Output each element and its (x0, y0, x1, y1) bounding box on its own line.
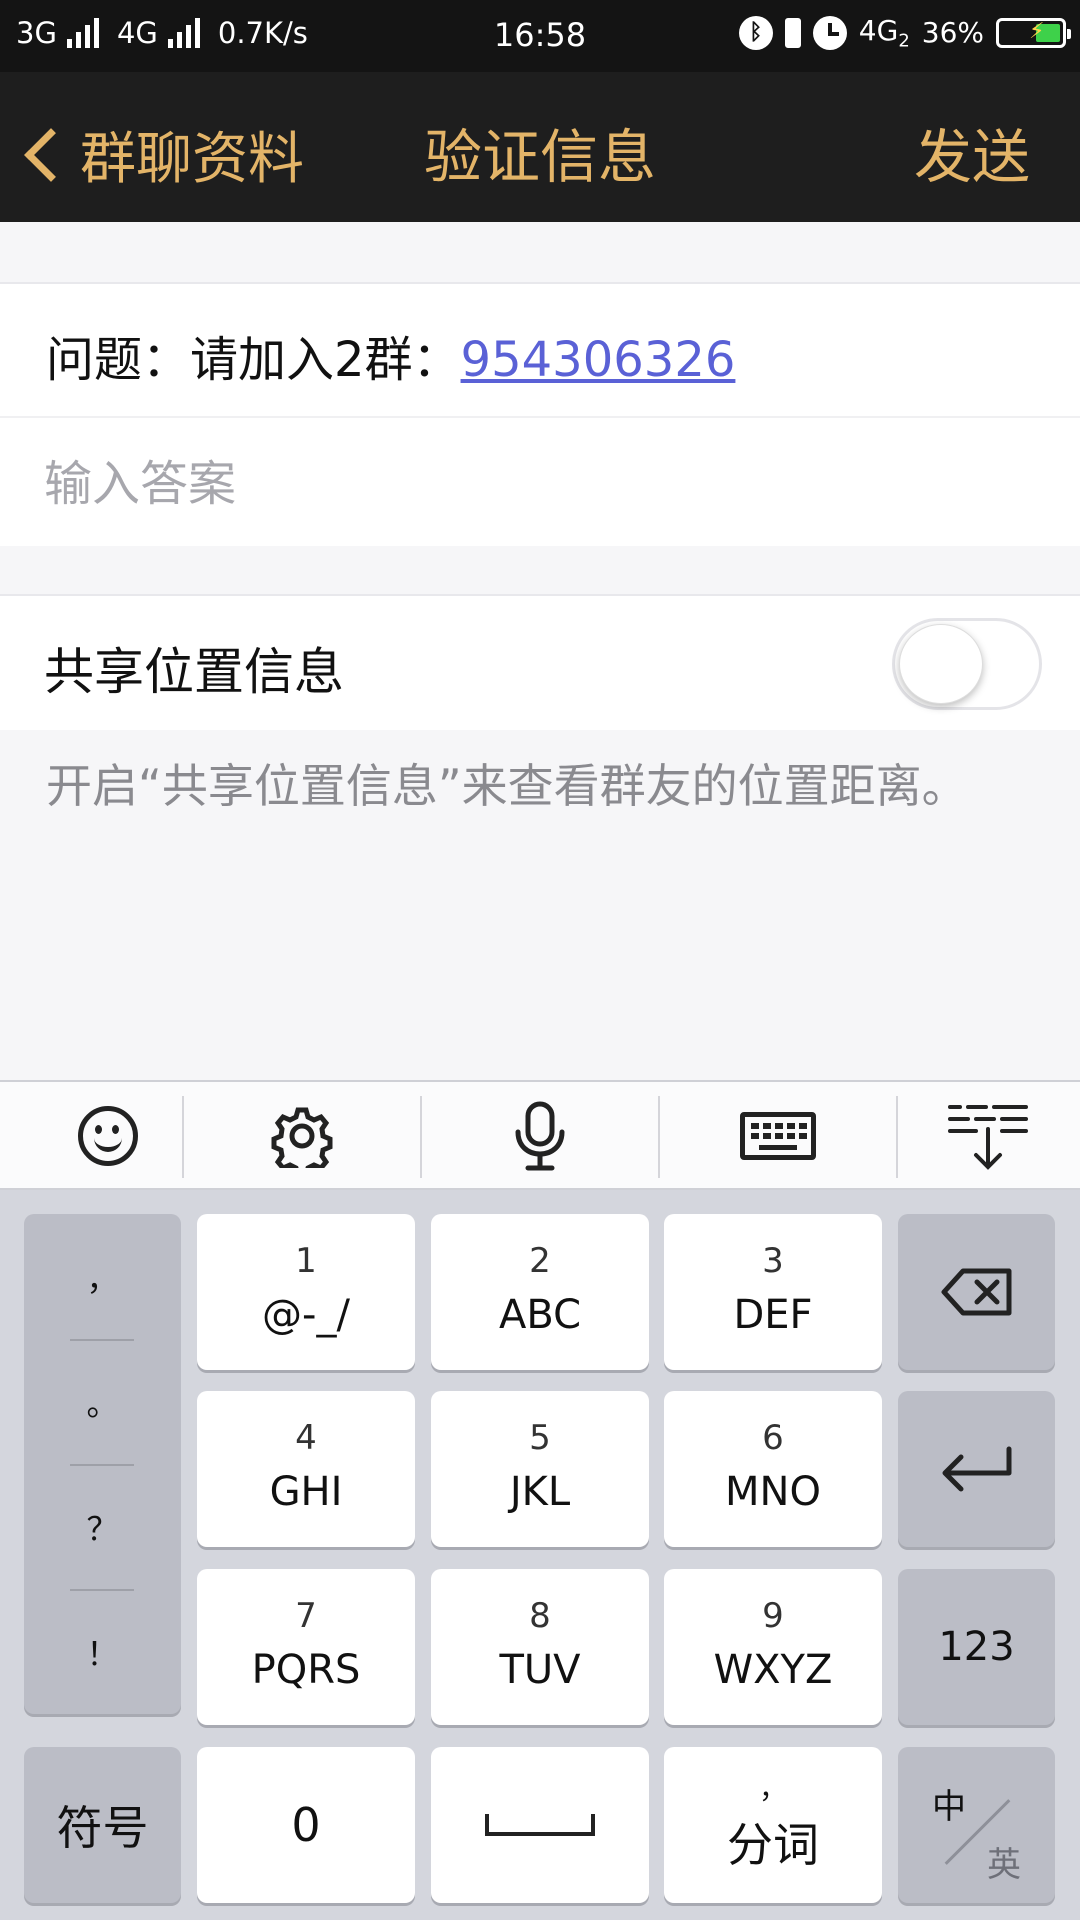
language-switch-key[interactable]: 中 英 (898, 1747, 1055, 1903)
collapse-keyboard-button[interactable] (880, 1082, 1080, 1190)
signal-icon (66, 18, 99, 48)
keyboard-toolbar (0, 1080, 1080, 1190)
key-comma[interactable]: ， (24, 1214, 181, 1339)
backspace-icon (941, 1268, 1011, 1316)
collapse-keyboard-icon (948, 1105, 1028, 1170)
punctuation-column: ， 。 ？ ！ (24, 1214, 181, 1714)
keyboard: ， 。 ？ ！ 1 @-_/ 2 ABC 3 DEF 4 GHI 5 JKL 6 MNO (0, 1190, 1080, 1920)
key-0[interactable]: 0 (197, 1747, 415, 1903)
divider (658, 1096, 660, 1178)
back-label: 群聊资料 (80, 127, 304, 192)
key-exclamation[interactable]: ！ (24, 1589, 181, 1714)
bluetooth-icon: ᛒ (738, 15, 773, 50)
key-1[interactable]: 1 @-_/ (197, 1214, 415, 1370)
space-icon (485, 1814, 595, 1836)
network-type-3: 4G2 (858, 14, 910, 52)
keyboard-switch-button[interactable] (670, 1082, 886, 1190)
alarm-icon (812, 15, 847, 50)
back-button[interactable]: 群聊资料 (14, 114, 304, 195)
divider (420, 1096, 422, 1178)
enter-key[interactable] (898, 1391, 1055, 1547)
segment-key[interactable]: ， 分词 (664, 1747, 882, 1903)
chevron-left-icon (24, 127, 78, 182)
backspace-key[interactable] (898, 1214, 1055, 1370)
divider (0, 416, 1080, 418)
share-location-toggle[interactable] (892, 618, 1042, 710)
network-type-1: 3G (16, 16, 57, 50)
vibrate-icon (784, 17, 801, 48)
send-button[interactable]: 发送 (914, 110, 1030, 194)
key-3[interactable]: 3 DEF (664, 1214, 882, 1370)
battery-icon: ⚡ (996, 17, 1071, 48)
signal-icon-2 (167, 18, 200, 48)
key-question[interactable]: ？ (24, 1464, 181, 1589)
share-location-row: 共享位置信息 (0, 594, 1080, 730)
number-mode-key[interactable]: 123 (898, 1569, 1055, 1725)
network-type-2: 4G (116, 16, 158, 50)
answer-input[interactable] (44, 444, 1034, 524)
question-card: 问题：请加入2群：954306326 (0, 282, 1080, 546)
battery-percent: 36% (921, 16, 984, 50)
nav-bar: 群聊资料 验证信息 发送 (0, 72, 1080, 222)
toggle-knob (899, 624, 983, 704)
divider (182, 1096, 184, 1178)
voice-input-button[interactable] (432, 1082, 648, 1190)
key-9[interactable]: 9 WXYZ (664, 1569, 882, 1725)
group-number-link[interactable]: 954306326 (461, 332, 736, 388)
enter-icon (942, 1446, 1011, 1492)
key-period[interactable]: 。 (24, 1339, 181, 1464)
emoji-icon (78, 1106, 138, 1166)
status-bar: 3G 4G 0.7K/s 16:58 ᛒ 4G2 36% ⚡ (0, 0, 1080, 72)
key-4[interactable]: 4 GHI (197, 1391, 415, 1547)
key-5[interactable]: 5 JKL (431, 1391, 649, 1547)
gear-icon (271, 1107, 333, 1168)
key-2[interactable]: 2 ABC (431, 1214, 649, 1370)
microphone-icon (515, 1101, 565, 1171)
key-6[interactable]: 6 MNO (664, 1391, 882, 1547)
share-location-label: 共享位置信息 (44, 643, 344, 701)
status-left: 3G 4G 0.7K/s (16, 16, 308, 50)
settings-button[interactable] (194, 1082, 410, 1190)
share-location-hint: 开启“共享位置信息”来查看群友的位置距离。 (46, 759, 968, 813)
keyboard-icon (740, 1112, 816, 1160)
question-text: 问题：请加入2群：954306326 (46, 332, 736, 388)
symbol-key[interactable]: 符号 (24, 1747, 181, 1903)
key-8[interactable]: 8 TUV (431, 1569, 649, 1725)
space-key[interactable] (431, 1747, 649, 1903)
network-speed: 0.7K/s (217, 16, 308, 50)
key-7[interactable]: 7 PQRS (197, 1569, 415, 1725)
status-right: ᛒ 4G2 36% ⚡ (738, 14, 1071, 52)
